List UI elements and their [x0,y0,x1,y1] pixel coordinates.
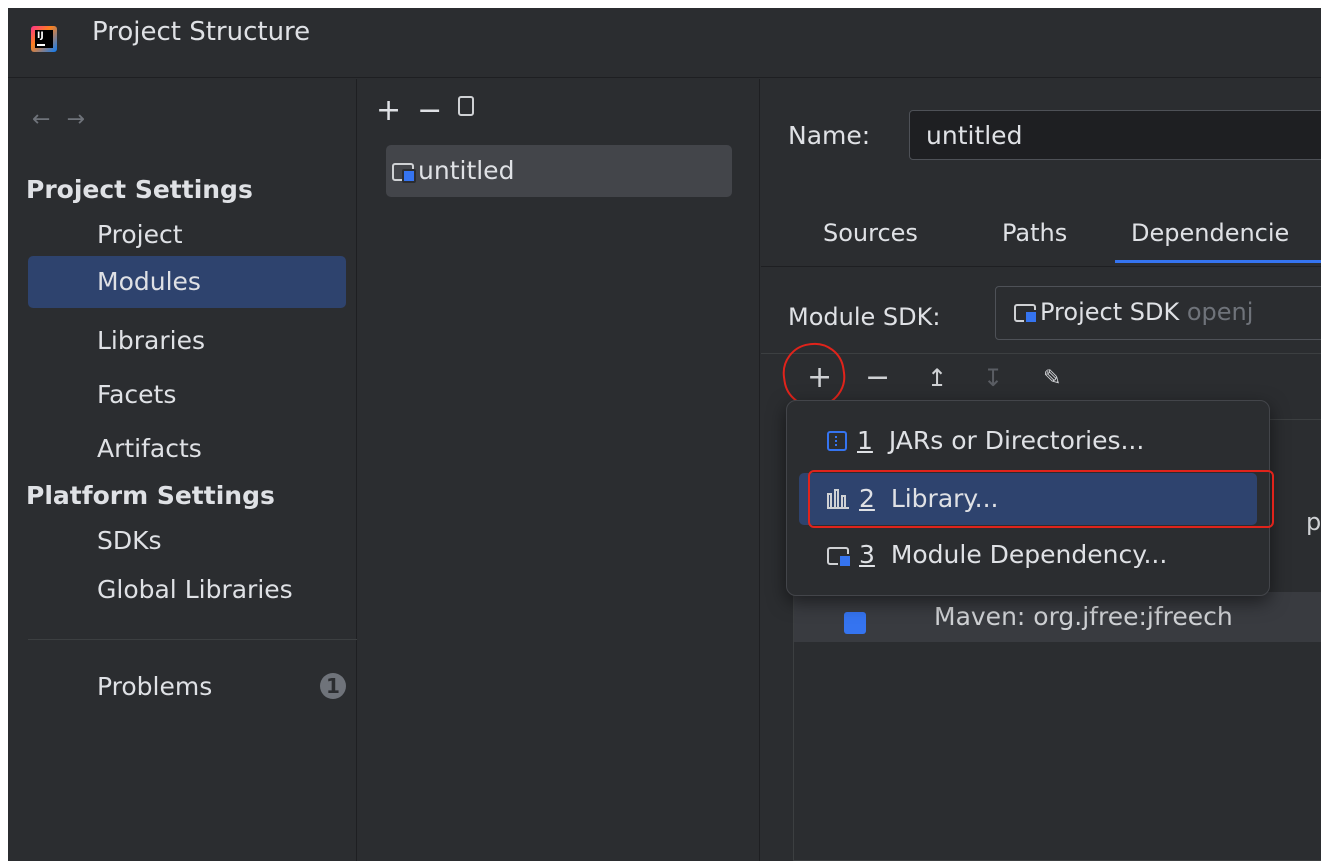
platform-settings-header: Platform Settings [26,481,275,510]
menu-item-jars-or-directories[interactable]: 1 JARs or Directories... [799,415,1257,467]
sdk-suffix: openj [1186,298,1254,326]
sdk-value: Project SDK [1040,298,1180,326]
project-settings-header: Project Settings [26,175,253,204]
module-icon [827,547,852,568]
title-bar: IJ Project Structure [8,8,1321,78]
module-sdk-combo[interactable]: Project SDK openj [995,286,1321,340]
nav-item-facets[interactable]: Facets [97,380,176,409]
modules-panel: + − untitled [358,79,760,861]
arrow-right-icon[interactable]: → [66,107,100,132]
window-title: Project Structure [92,17,311,47]
module-folder-icon [392,163,416,183]
export-checkbox[interactable] [844,612,866,634]
module-label: untitled [418,156,515,185]
module-sdk-label: Module SDK: [788,303,941,331]
move-down-icon[interactable]: ↧ [983,364,1003,392]
intellij-idea-icon: IJ [31,26,57,52]
name-label: Name: [788,121,871,150]
sdk-folder-icon [1014,304,1038,324]
menu-item-module-dependency[interactable]: 3 Module Dependency... [799,529,1257,581]
settings-nav: ←→ Project Settings Project Modules Libr… [8,79,357,861]
tab-sources[interactable]: Sources [823,219,918,247]
menu-mnemonic: 3 [859,540,875,569]
table-peek-text: pe [1306,508,1321,536]
edit-icon[interactable]: ✎ [1043,366,1061,391]
nav-item-global-libraries[interactable]: Global Libraries [97,575,293,604]
dependency-label: Maven: org.jfree:jfreech [934,602,1233,631]
module-item-untitled[interactable]: untitled [386,145,732,197]
minus-icon[interactable]: − [865,360,890,395]
nav-item-sdks[interactable]: SDKs [97,526,162,555]
menu-mnemonic: 1 [857,426,873,455]
menu-item-label: Module Dependency... [890,540,1168,569]
module-name-field[interactable] [909,110,1321,160]
plus-icon[interactable]: + [376,93,401,128]
tab-dependencies[interactable]: Dependencie [1114,219,1321,263]
move-up-icon[interactable]: ↥ [927,364,947,392]
module-tabs: Sources Paths Dependencie [761,207,1321,267]
menu-item-label: JARs or Directories... [888,426,1145,455]
arrow-left-icon[interactable]: ← [32,107,66,132]
jar-directory-icon [827,431,847,451]
nav-item-artifacts[interactable]: Artifacts [97,434,202,463]
annotation-rectangle [808,470,1274,528]
nav-item-modules[interactable]: Modules [28,256,346,308]
nav-item-libraries[interactable]: Libraries [97,326,205,355]
problems-count-badge: 1 [320,673,346,699]
minus-icon[interactable]: − [417,93,442,128]
copy-icon[interactable] [458,96,475,116]
nav-item-project[interactable]: Project [97,220,183,249]
tab-paths[interactable]: Paths [1002,219,1067,247]
nav-item-problems[interactable]: Problems [97,672,212,701]
table-row[interactable]: Maven: org.jfree:jfreech [794,592,1321,642]
nav-divider [28,639,357,640]
